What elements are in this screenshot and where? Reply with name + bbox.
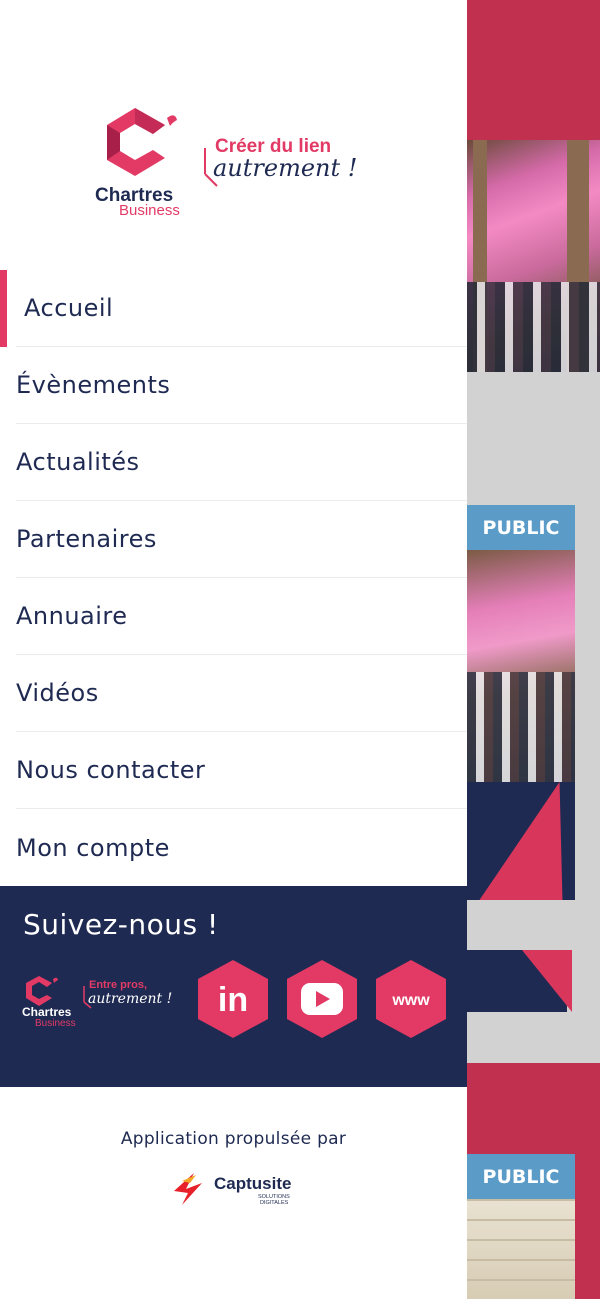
tagline-line2: autrement ! — [213, 154, 357, 182]
linkedin-icon: in — [198, 960, 268, 1038]
menu-item-label: Nous contacter — [16, 756, 206, 784]
small-logo-line2: Business — [35, 1018, 76, 1029]
small-logo-line1: Chartres — [22, 1005, 72, 1019]
menu-item-partenaires[interactable]: Partenaires — [16, 501, 467, 578]
photo-crowd — [467, 672, 575, 782]
follow-us-panel: Suivez-nous ! Chartres Business Entre pr… — [0, 886, 467, 1087]
chartres-business-logo-icon: Chartres Business Créer du lien autremen… — [95, 108, 357, 219]
decor-triangle — [522, 950, 572, 1012]
captusite-logo-icon[interactable]: Captusite SOLUTIONS DIGITALES — [172, 1169, 302, 1209]
menu-item-actualites[interactable]: Actualités — [16, 424, 467, 501]
main-menu: Accueil Évènements Actualités Partenaire… — [0, 270, 467, 886]
youtube-button[interactable] — [287, 960, 357, 1038]
provider-name: Captusite — [214, 1174, 291, 1193]
linkedin-button[interactable]: in — [198, 960, 268, 1038]
small-tagline-line2: autrement ! — [88, 991, 172, 1007]
menu-item-videos[interactable]: Vidéos — [16, 655, 467, 732]
linkedin-label: in — [218, 981, 248, 1019]
website-label: www — [391, 992, 430, 1009]
follow-us-title: Suivez-nous ! — [23, 908, 219, 941]
youtube-icon — [287, 960, 357, 1038]
brand-logo[interactable]: Chartres Business Créer du lien autremen… — [95, 108, 385, 219]
public-badge: PUBLIC — [467, 1154, 575, 1199]
logo-line2: Business — [119, 202, 180, 218]
menu-item-label: Accueil — [24, 294, 114, 322]
public-badge: PUBLIC — [467, 505, 575, 550]
powered-by-text: Application propulsée par — [120, 1129, 347, 1149]
website-icon: www — [376, 960, 446, 1038]
small-tagline-line1: Entre pros, — [89, 979, 147, 991]
background-header-band — [467, 0, 600, 140]
menu-item-contact[interactable]: Nous contacter — [16, 732, 467, 809]
background-page: PUBLIC PUBLIC — [467, 0, 600, 1299]
event-photo[interactable] — [467, 1199, 575, 1299]
menu-item-evenements[interactable]: Évènements — [16, 347, 467, 424]
menu-item-annuaire[interactable]: Annuaire — [16, 578, 467, 655]
small-brand-logo-icon: Chartres Business Entre pros, autrement … — [22, 976, 172, 1029]
menu-item-accueil[interactable]: Accueil — [0, 270, 467, 347]
event-photo[interactable] — [467, 550, 575, 782]
photo-texture — [467, 1199, 575, 1299]
provider-sub2: DIGITALES — [260, 1200, 289, 1206]
website-button[interactable]: www — [376, 960, 446, 1038]
menu-item-mon-compte[interactable]: Mon compte — [16, 809, 467, 886]
menu-item-label: Évènements — [16, 371, 171, 399]
menu-item-label: Mon compte — [16, 833, 170, 862]
menu-item-label: Partenaires — [16, 525, 157, 553]
menu-item-label: Vidéos — [16, 679, 99, 707]
event-photo[interactable] — [467, 140, 600, 372]
menu-item-label: Actualités — [16, 448, 140, 476]
active-indicator — [0, 270, 7, 347]
menu-item-label: Annuaire — [16, 602, 128, 630]
photo-crowd — [467, 282, 600, 372]
navigation-drawer: Chartres Business Créer du lien autremen… — [0, 0, 467, 1299]
powered-by-section: Application propulsée par Captusite SOLU… — [0, 1087, 467, 1299]
